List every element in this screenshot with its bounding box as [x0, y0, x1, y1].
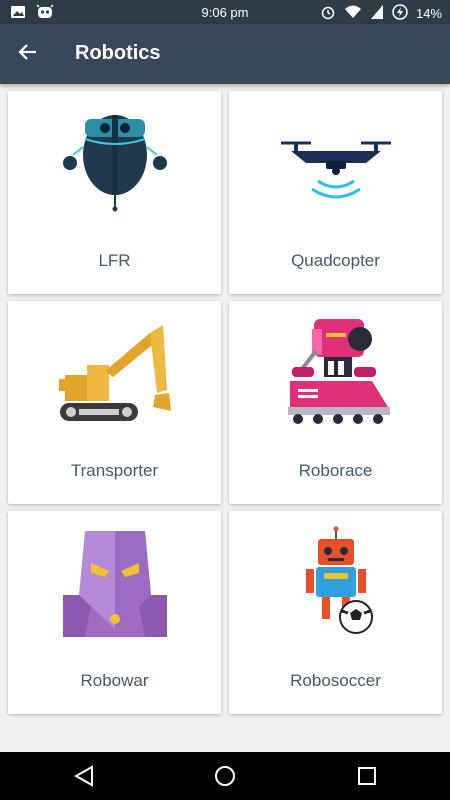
alarm-icon	[320, 4, 336, 23]
card-label: Robowar	[80, 671, 149, 690]
nav-home-button[interactable]	[211, 762, 239, 790]
app-bar: Robotics	[0, 24, 450, 84]
lfr-robot-icon	[62, 115, 167, 212]
nav-bar	[0, 752, 450, 800]
quadcopter-icon	[280, 141, 391, 199]
card-robosoccer[interactable]: Robosoccer	[229, 511, 442, 714]
signal-icon	[370, 4, 384, 23]
card-transporter[interactable]: Transporter	[8, 301, 221, 504]
battery-icon	[392, 4, 408, 23]
back-button[interactable]	[8, 34, 48, 74]
page-title: Robotics	[75, 42, 161, 64]
card-roborace[interactable]: Roborace	[229, 301, 442, 504]
nav-recents-button[interactable]	[353, 762, 381, 790]
robowar-robot-icon	[62, 531, 167, 637]
card-quadcopter[interactable]: Quadcopter	[229, 91, 442, 294]
wifi-icon	[344, 4, 362, 23]
arrow-left-icon	[17, 41, 39, 68]
battery-percent: 14%	[415, 6, 442, 21]
back-triangle-icon	[73, 765, 93, 787]
card-label: LFR	[98, 251, 131, 270]
card-label: Roborace	[298, 461, 373, 480]
home-circle-icon	[215, 766, 235, 786]
robosoccer-robot-icon	[305, 526, 373, 634]
excavator-icon	[58, 325, 171, 421]
recents-square-icon	[358, 767, 376, 785]
card-label: Robosoccer	[290, 671, 381, 690]
status-bar: 9:06 pm 14%	[0, 0, 450, 24]
nav-back-button[interactable]	[70, 762, 98, 790]
card-label: Quadcopter	[291, 251, 380, 270]
card-label: Transporter	[70, 461, 159, 480]
card-lfr[interactable]: LFR	[8, 91, 221, 294]
card-robowar[interactable]: Robowar	[8, 511, 221, 714]
roborace-robot-icon	[287, 319, 390, 424]
